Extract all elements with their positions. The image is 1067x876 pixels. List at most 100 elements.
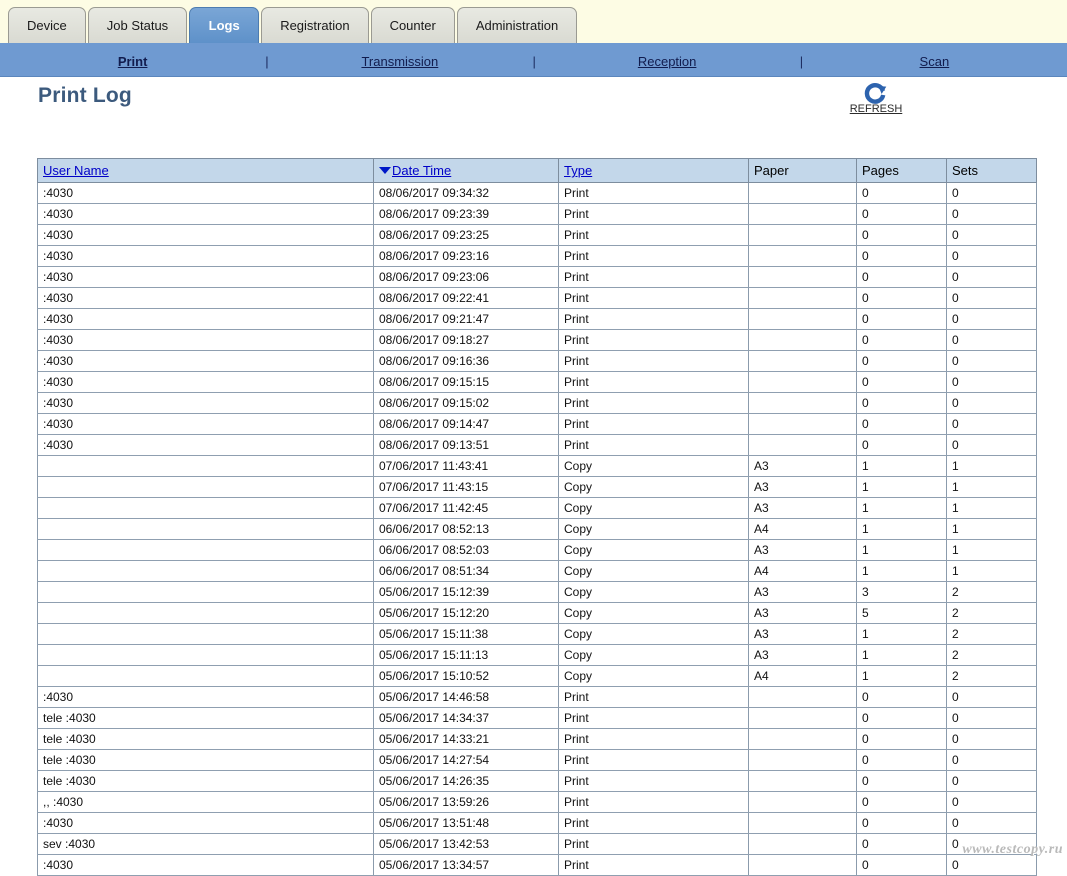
- cell-sets: 0: [947, 771, 1037, 792]
- cell-type: Print: [559, 204, 749, 225]
- cell-user-name: tele :4030: [38, 771, 374, 792]
- cell-date-time: 08/06/2017 09:16:36: [374, 351, 559, 372]
- cell-sets: 1: [947, 498, 1037, 519]
- cell-type: Print: [559, 183, 749, 204]
- cell-user-name: [38, 561, 374, 582]
- table-row: ,, :403005/06/2017 13:59:26Print00: [38, 792, 1037, 813]
- cell-date-time: 06/06/2017 08:52:13: [374, 519, 559, 540]
- cell-pages: 0: [857, 393, 947, 414]
- cell-user-name: :4030: [38, 309, 374, 330]
- cell-type: Print: [559, 855, 749, 876]
- cell-date-time: 08/06/2017 09:22:41: [374, 288, 559, 309]
- cell-date-time: 05/06/2017 14:33:21: [374, 729, 559, 750]
- cell-date-time: 05/06/2017 15:12:20: [374, 603, 559, 624]
- tab-label: Device: [27, 18, 67, 33]
- tab-job-status[interactable]: Job Status: [88, 7, 187, 43]
- cell-type: Print: [559, 246, 749, 267]
- subnav-cell: Scan: [802, 54, 1067, 69]
- cell-sets: 0: [947, 309, 1037, 330]
- cell-user-name: :4030: [38, 288, 374, 309]
- table-row: 07/06/2017 11:43:15CopyA311: [38, 477, 1037, 498]
- cell-sets: 0: [947, 183, 1037, 204]
- cell-user-name: :4030: [38, 435, 374, 456]
- cell-type: Copy: [559, 582, 749, 603]
- cell-pages: 3: [857, 582, 947, 603]
- subnav-cell: Reception: [535, 54, 800, 69]
- column-header-label: Paper: [754, 163, 789, 178]
- cell-date-time: 07/06/2017 11:43:41: [374, 456, 559, 477]
- tab-label: Job Status: [107, 18, 168, 33]
- tab-logs[interactable]: Logs: [189, 7, 259, 43]
- cell-pages: 1: [857, 561, 947, 582]
- column-header-user-name[interactable]: User Name: [38, 159, 374, 183]
- cell-date-time: 08/06/2017 09:13:51: [374, 435, 559, 456]
- cell-date-time: 05/06/2017 15:12:39: [374, 582, 559, 603]
- table-row: 05/06/2017 15:12:39CopyA332: [38, 582, 1037, 603]
- tab-counter[interactable]: Counter: [371, 7, 455, 43]
- cell-type: Copy: [559, 603, 749, 624]
- table-row: :403008/06/2017 09:21:47Print00: [38, 309, 1037, 330]
- cell-paper: [749, 414, 857, 435]
- cell-sets: 2: [947, 666, 1037, 687]
- cell-paper: A3: [749, 603, 857, 624]
- column-header-date-time[interactable]: Date Time: [374, 159, 559, 183]
- subnav-item-scan[interactable]: Scan: [920, 54, 950, 69]
- cell-sets: 0: [947, 330, 1037, 351]
- cell-type: Print: [559, 687, 749, 708]
- table-row: :403008/06/2017 09:23:16Print00: [38, 246, 1037, 267]
- cell-date-time: 08/06/2017 09:23:16: [374, 246, 559, 267]
- column-header-link[interactable]: Date Time: [392, 163, 451, 178]
- column-header-pages: Pages: [857, 159, 947, 183]
- cell-date-time: 05/06/2017 13:34:57: [374, 855, 559, 876]
- cell-paper: [749, 771, 857, 792]
- cell-type: Copy: [559, 624, 749, 645]
- cell-date-time: 07/06/2017 11:43:15: [374, 477, 559, 498]
- subnav-item-print[interactable]: Print: [118, 54, 148, 69]
- cell-type: Print: [559, 351, 749, 372]
- tab-registration[interactable]: Registration: [261, 7, 368, 43]
- cell-type: Copy: [559, 561, 749, 582]
- cell-date-time: 06/06/2017 08:52:03: [374, 540, 559, 561]
- cell-sets: 1: [947, 519, 1037, 540]
- cell-pages: 1: [857, 498, 947, 519]
- cell-paper: [749, 750, 857, 771]
- main-tab-bar: Device Job Status LogsRegistrationCounter A…: [0, 0, 1067, 46]
- cell-paper: [749, 393, 857, 414]
- cell-date-time: 08/06/2017 09:21:47: [374, 309, 559, 330]
- cell-type: Copy: [559, 477, 749, 498]
- cell-user-name: :4030: [38, 351, 374, 372]
- cell-pages: 1: [857, 477, 947, 498]
- table-row: :403008/06/2017 09:13:51Print00: [38, 435, 1037, 456]
- cell-sets: 1: [947, 561, 1037, 582]
- cell-pages: 0: [857, 351, 947, 372]
- tab-label: Administration: [476, 18, 558, 33]
- tab-administration[interactable]: Administration: [457, 7, 577, 43]
- cell-type: Print: [559, 729, 749, 750]
- refresh-label: REFRESH: [846, 103, 906, 115]
- subnav-item-transmission[interactable]: Transmission: [361, 54, 438, 69]
- table-row: :403005/06/2017 13:51:48Print00: [38, 813, 1037, 834]
- subnav-cell: Print: [0, 54, 265, 69]
- column-header-type[interactable]: Type: [559, 159, 749, 183]
- table-body: :403008/06/2017 09:34:32Print00:403008/0…: [38, 183, 1037, 876]
- cell-user-name: :4030: [38, 246, 374, 267]
- cell-type: Print: [559, 267, 749, 288]
- column-header-link[interactable]: Type: [564, 163, 592, 178]
- page-heading-zone: [0, 77, 1067, 139]
- column-header-link[interactable]: User Name: [43, 163, 109, 178]
- cell-pages: 0: [857, 183, 947, 204]
- log-subnav: Print|Transmission|Reception|Scan: [0, 46, 1067, 77]
- cell-type: Print: [559, 309, 749, 330]
- cell-date-time: 08/06/2017 09:23:25: [374, 225, 559, 246]
- table-row: :403008/06/2017 09:23:25Print00: [38, 225, 1037, 246]
- cell-sets: 0: [947, 225, 1037, 246]
- cell-paper: [749, 687, 857, 708]
- refresh-button[interactable]: REFRESH: [846, 82, 906, 115]
- table-row: :403008/06/2017 09:16:36Print00: [38, 351, 1037, 372]
- subnav-item-reception[interactable]: Reception: [638, 54, 697, 69]
- cell-pages: 0: [857, 414, 947, 435]
- table-header-row: User NameDate TimeTypePaperPagesSets: [38, 159, 1037, 183]
- cell-date-time: 05/06/2017 14:27:54: [374, 750, 559, 771]
- cell-user-name: :4030: [38, 183, 374, 204]
- tab-device[interactable]: Device: [8, 7, 86, 43]
